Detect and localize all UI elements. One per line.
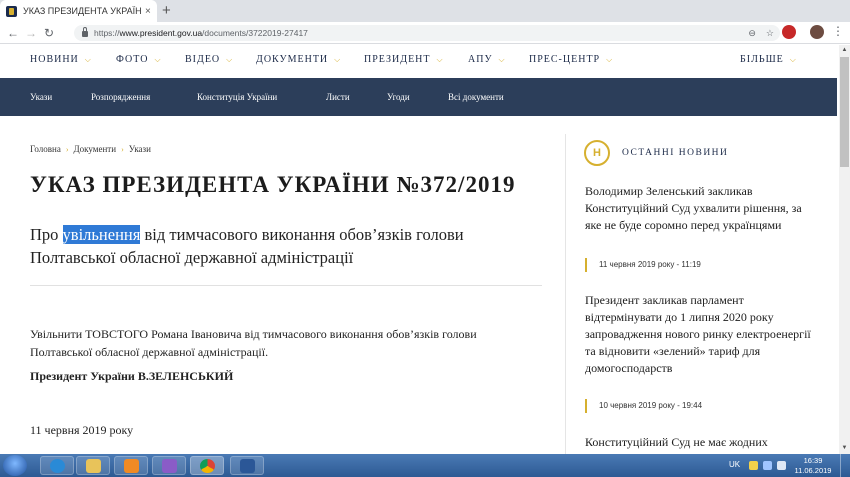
taskbar-word[interactable] (230, 456, 264, 475)
star-icon[interactable]: ☆ (766, 28, 774, 39)
document-signature: Президент України В.ЗЕЛЕНСЬКИЙ (30, 369, 234, 383)
page-scrollbar[interactable]: ▲ ▼ (839, 45, 850, 454)
chevron-down-icon: ⌵ (606, 55, 614, 64)
subnav-item-constitution[interactable]: Конституція України (197, 92, 277, 102)
internet-explorer-icon (50, 459, 65, 473)
nav-item-documents[interactable]: ДОКУМЕНТИ ⌵ (256, 54, 341, 65)
news-item-date: 10 червня 2019 року - 19:44 (585, 399, 702, 413)
word-icon (240, 459, 255, 473)
reload-icon[interactable]: ↻ (40, 26, 58, 40)
address-bar[interactable]: https://www.president.gov.ua/documents/3… (74, 25, 780, 41)
show-desktop-button[interactable] (840, 454, 850, 477)
taskbar-clock[interactable]: 16:39 11.06.2019 (793, 456, 833, 476)
nav-item-president[interactable]: ПРЕЗИДЕНТ ⌵ (364, 54, 444, 65)
browser-toolbar: ← → ↻ https://www.president.gov.ua/docum… (0, 22, 850, 44)
visual-studio-icon (162, 459, 177, 473)
document-body: Увільнити ТОВСТОГО Романа Івановича від … (30, 327, 477, 359)
tray-network-icon[interactable] (749, 461, 758, 470)
chevron-right-icon: › (121, 145, 124, 154)
nav-item-apu[interactable]: АПУ ⌵ (468, 54, 506, 65)
zoom-icon[interactable]: ⊖ (748, 28, 756, 39)
news-item-title[interactable]: Конституційний Суд не має жодних (585, 434, 815, 451)
scroll-up-icon[interactable]: ▲ (839, 45, 850, 56)
divider (30, 285, 542, 286)
chevron-down-icon: ⌵ (436, 55, 444, 64)
latest-news-heading: ОСТАННІ НОВИНИ (622, 148, 729, 158)
taskbar-visual-studio[interactable] (152, 456, 186, 475)
chevron-down-icon: ⌵ (334, 55, 342, 64)
chevron-down-icon: ⌵ (84, 55, 92, 64)
chevron-down-icon: ⌵ (226, 55, 234, 64)
taskbar-media-player[interactable] (114, 456, 148, 475)
tray-volume-icon[interactable] (777, 461, 786, 470)
breadcrumb-documents[interactable]: Документи (74, 144, 117, 154)
document-subtitle: Про увільнення від тимчасового виконання… (30, 225, 464, 267)
subnav-item-agreements[interactable]: Угоди (387, 92, 410, 102)
lock-icon (82, 27, 88, 37)
scroll-down-icon[interactable]: ▼ (839, 443, 850, 454)
nav-item-more[interactable]: БІЛЬШЕ ⌵ (740, 54, 797, 65)
site-main-nav: НОВИНИ ⌵ ФОТО ⌵ ВІДЕО ⌵ ДОКУМЕНТИ ⌵ ПРЕЗИДЕН… (0, 45, 840, 77)
browser-tab-bar: УКАЗ ПРЕЗИДЕНТА УКРАЇНИ № × + (0, 0, 850, 22)
selected-text: увільнення (62, 225, 141, 244)
news-item-title[interactable]: Президент закликав парламент відтермінув… (585, 292, 815, 377)
taskbar-chrome[interactable] (190, 456, 224, 475)
nav-item-video[interactable]: ВІДЕО ⌵ (185, 54, 233, 65)
news-item-title[interactable]: Володимир Зеленський закликав Конституці… (585, 183, 815, 234)
url-text: https://www.president.gov.ua/documents/3… (94, 28, 308, 38)
profile-avatar[interactable] (810, 25, 824, 39)
taskbar-internet-explorer[interactable] (40, 456, 74, 475)
os-taskbar: UK 16:39 11.06.2019 (0, 454, 850, 477)
chevron-right-icon: › (65, 145, 69, 154)
forward-icon[interactable]: → (22, 26, 40, 40)
media-player-icon (124, 459, 139, 473)
breadcrumb: Головна › Документи › Укази (30, 144, 151, 154)
clock-time: 16:39 (803, 456, 823, 465)
news-icon: Н (584, 140, 610, 166)
browser-tab[interactable]: УКАЗ ПРЕЗИДЕНТА УКРАЇНИ № × (0, 0, 157, 22)
chevron-down-icon: ⌵ (154, 55, 162, 64)
page-title: УКАЗ ПРЕЗИДЕНТА УКРАЇНИ №372/2019 (30, 172, 516, 197)
nav-item-photo[interactable]: ФОТО ⌵ (116, 54, 162, 65)
folder-icon (86, 459, 101, 473)
chevron-down-icon: ⌵ (498, 55, 506, 64)
clock-date: 11.06.2019 (794, 466, 832, 475)
tray-flag-icon[interactable] (763, 461, 772, 470)
breadcrumb-home[interactable]: Головна (30, 144, 61, 154)
chrome-icon (200, 459, 215, 473)
extension-icon[interactable] (782, 25, 796, 39)
start-button[interactable] (3, 455, 27, 476)
back-icon[interactable]: ← (4, 26, 22, 40)
news-item-date: 11 червня 2019 року - 11:19 (585, 258, 701, 272)
language-indicator[interactable]: UK (729, 460, 740, 469)
menu-icon[interactable]: ⋮ (832, 24, 844, 38)
document-date: 11 червня 2019 року (30, 423, 134, 437)
documents-subnav: Укази Розпорядження Конституція України … (0, 78, 837, 116)
sidebar-divider (565, 134, 566, 454)
subnav-item-decrees[interactable]: Укази (30, 92, 52, 102)
tab-title: УКАЗ ПРЕЗИДЕНТА УКРАЇНИ № (23, 6, 141, 16)
nav-item-press-center[interactable]: ПРЕС-ЦЕНТР ⌵ (529, 54, 613, 65)
site-favicon-icon (6, 5, 17, 17)
chevron-down-icon: ⌵ (789, 55, 797, 64)
nav-item-news[interactable]: НОВИНИ ⌵ (30, 54, 92, 65)
breadcrumb-decrees[interactable]: Укази (129, 144, 151, 154)
taskbar-file-explorer[interactable] (76, 456, 110, 475)
scroll-thumb[interactable] (840, 57, 849, 167)
subnav-item-letters[interactable]: Листи (326, 92, 350, 102)
subnav-item-all-documents[interactable]: Всі документи (448, 92, 504, 102)
tab-close-icon[interactable]: × (145, 6, 151, 17)
new-tab-button[interactable]: + (162, 2, 171, 19)
subnav-item-orders[interactable]: Розпорядження (91, 92, 150, 102)
